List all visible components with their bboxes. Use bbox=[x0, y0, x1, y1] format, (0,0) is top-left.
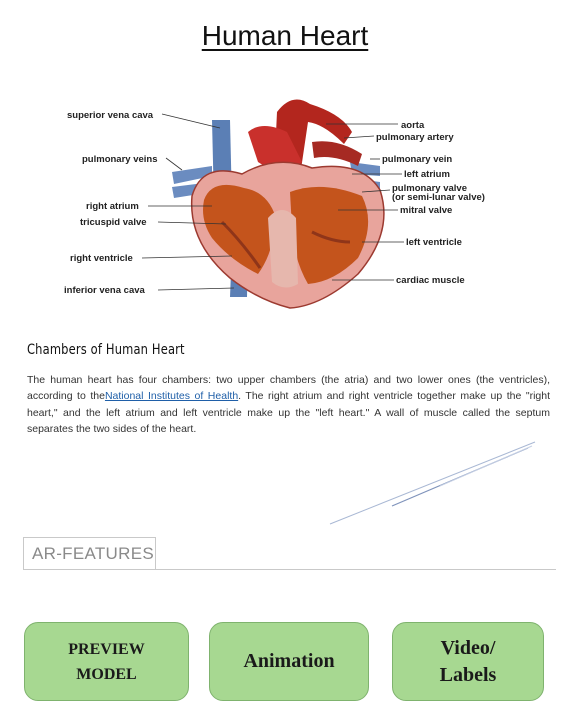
animation-button[interactable]: Animation bbox=[209, 622, 369, 701]
label-right-atrium: right atrium bbox=[86, 201, 139, 212]
label-aorta: aorta bbox=[401, 120, 425, 131]
label-semi-lunar-valve: (or semi-lunar valve) bbox=[392, 192, 485, 203]
video-labels-label: Video/ Labels bbox=[439, 636, 497, 686]
article-heading: Chambers of Human Heart bbox=[27, 342, 185, 358]
label-pulmonary-vein: pulmonary vein bbox=[382, 154, 452, 165]
preview-model-label: PREVIEW MODEL bbox=[68, 640, 145, 683]
label-left-ventricle: left ventricle bbox=[406, 237, 462, 248]
article-body: The human heart has four chambers: two u… bbox=[27, 372, 550, 438]
nih-link[interactable]: National Institutes of Health bbox=[105, 390, 238, 402]
label-pulmonary-artery: pulmonary artery bbox=[376, 132, 454, 143]
label-cardiac-muscle: cardiac muscle bbox=[396, 275, 465, 286]
label-superior-vena-cava: superior vena cava bbox=[67, 110, 154, 121]
label-inferior-vena-cava: inferior vena cava bbox=[64, 285, 146, 296]
decorative-lines bbox=[329, 441, 536, 525]
video-labels-button[interactable]: Video/ Labels bbox=[392, 622, 544, 701]
preview-model-button[interactable]: PREVIEW MODEL bbox=[24, 622, 189, 701]
heart-illustration bbox=[172, 99, 385, 309]
animation-label: Animation bbox=[243, 650, 335, 672]
ar-features-label: AR-FEATURES bbox=[23, 537, 156, 569]
ar-features-divider bbox=[23, 569, 556, 570]
label-pulmonary-veins: pulmonary veins bbox=[82, 154, 158, 165]
heart-diagram: superior vena cava pulmonary veins right… bbox=[64, 99, 485, 309]
label-right-ventricle: right ventricle bbox=[70, 253, 133, 264]
page-title: Human Heart bbox=[201, 20, 369, 51]
label-mitral-valve: mitral valve bbox=[400, 205, 452, 216]
label-left-atrium: left atrium bbox=[404, 169, 450, 180]
label-tricuspid-valve: tricuspid valve bbox=[80, 217, 147, 228]
